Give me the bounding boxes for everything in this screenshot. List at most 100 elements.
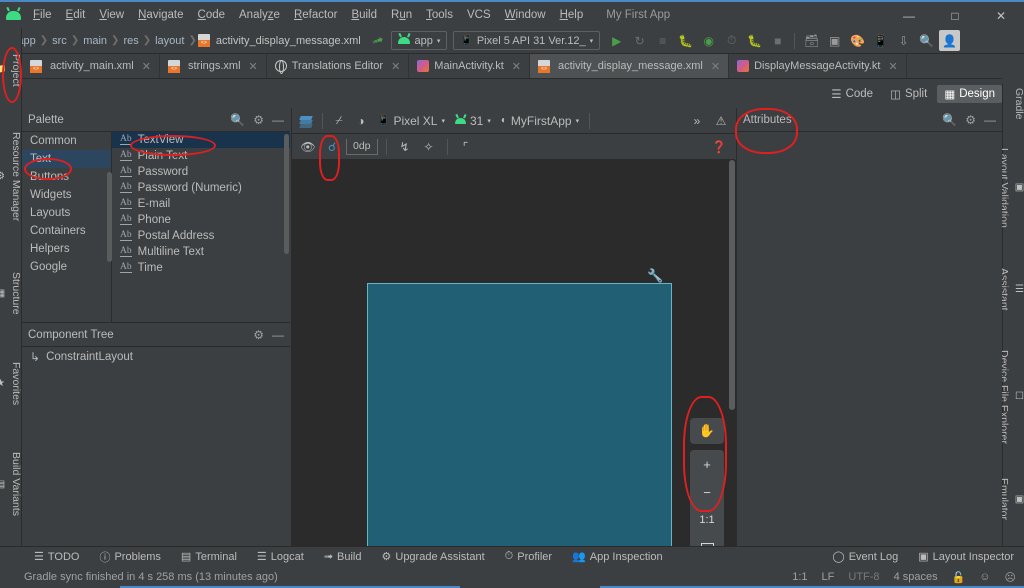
bottom-item-problems[interactable]: ⓘ Problems <box>89 547 170 567</box>
zoom-to-fit-button[interactable] <box>690 534 724 546</box>
debug-icon[interactable]: 🐛 <box>675 30 696 51</box>
sidebar-item-device-file-explorer[interactable]: ☐ Device File Explorer <box>1003 346 1024 448</box>
apply-code-changes-icon[interactable]: ≡ <box>652 30 673 51</box>
run-configuration-selector[interactable]: app ▾ <box>391 31 447 50</box>
menu-refactor[interactable]: Refactor <box>287 6 344 24</box>
canvas-scrollbar[interactable] <box>729 160 735 410</box>
pan-tool-button[interactable]: ✋ <box>690 418 724 444</box>
menu-code[interactable]: Code <box>191 6 233 24</box>
zoom-actual-size-button[interactable]: 1:1 <box>690 506 724 534</box>
palette-item-password[interactable]: Ab Password <box>112 164 290 180</box>
menu-build[interactable]: Build <box>344 6 384 24</box>
profiler-icon[interactable]: ⏱ <box>721 30 742 51</box>
sidebar-item-gradle[interactable]: Gradle <box>1003 84 1024 124</box>
breadcrumb-layout[interactable]: layout <box>152 35 187 47</box>
palette-item-textview[interactable]: Ab TextView <box>112 132 290 148</box>
orientation-icon[interactable]: ⌿ <box>329 111 349 131</box>
device-manager-icon[interactable]: 📱 <box>870 30 891 51</box>
menu-file[interactable]: File <box>26 6 59 24</box>
sync-gradle-icon[interactable]: ⇩ <box>893 30 914 51</box>
zoom-in-button[interactable]: + <box>690 450 724 478</box>
tab-translations-editor[interactable]: Translations Editor ✕ <box>267 54 410 78</box>
search-icon[interactable]: 🔍 <box>916 30 937 51</box>
help-icon[interactable]: ❓ <box>709 137 729 157</box>
bottom-item-profiler[interactable]: ⏱ Profiler <box>495 547 562 567</box>
menu-view[interactable]: View <box>92 6 131 24</box>
palette-category-containers[interactable]: Containers <box>22 222 111 240</box>
tab-activity-main-xml[interactable]: activity_main.xml ✕ <box>22 54 160 78</box>
palette-category-layouts[interactable]: Layouts <box>22 204 111 222</box>
tab-design-view[interactable]: ▦ Design <box>937 85 1002 103</box>
close-icon[interactable]: ✕ <box>391 60 400 73</box>
tab-mainactivity-kt[interactable]: MainActivity.kt ✕ <box>409 54 530 78</box>
close-icon[interactable]: ✕ <box>142 60 151 73</box>
overflow-icon[interactable]: » <box>687 111 707 131</box>
avd-manager-icon[interactable]: 🗃 <box>801 30 822 51</box>
bottom-item-build[interactable]: ➟ Build <box>314 547 372 567</box>
lock-icon[interactable]: 🔓 <box>952 571 966 584</box>
tab-split-view[interactable]: ◫ Split <box>883 85 934 103</box>
palette-item-multiline-text[interactable]: Ab Multiline Text <box>112 244 290 260</box>
bottom-item-app-inspection[interactable]: 👥 App Inspection <box>562 547 672 567</box>
account-icon[interactable]: 👤 <box>939 30 960 51</box>
layers-icon[interactable] <box>296 111 316 131</box>
bottom-item-event-log[interactable]: ◯ Event Log <box>822 547 908 567</box>
default-margin-value[interactable]: 0dp <box>346 139 378 155</box>
bottom-item-logcat[interactable]: ☰ Logcat <box>247 547 314 567</box>
happy-face-icon[interactable]: ☺ <box>979 571 990 583</box>
sidebar-item-favorites[interactable]: Favorites ★ <box>0 358 22 409</box>
palette-category-common[interactable]: Common <box>22 132 111 150</box>
baseline-icon[interactable]: ⌜ <box>456 137 476 157</box>
indent-setting[interactable]: 4 spaces <box>894 571 938 583</box>
palette-category-google[interactable]: Google <box>22 258 111 276</box>
breadcrumb-current-file[interactable]: activity_display_message.xml <box>213 35 364 47</box>
close-icon[interactable]: ✕ <box>512 60 521 73</box>
palette-category-buttons[interactable]: Buttons <box>22 168 111 186</box>
sdk-manager-icon[interactable]: ▣ <box>824 30 845 51</box>
close-icon[interactable]: ✕ <box>711 60 720 73</box>
sidebar-item-assistant[interactable]: ☰ Assistant <box>1003 264 1024 315</box>
tab-code-view[interactable]: ☰ Code <box>824 85 880 103</box>
gear-icon[interactable]: ⚙ <box>965 113 976 127</box>
menu-navigate[interactable]: Navigate <box>131 6 190 24</box>
gear-icon[interactable]: ⚙ <box>253 113 264 127</box>
palette-item-email[interactable]: Ab E-mail <box>112 196 290 212</box>
palette-item-phone[interactable]: Ab Phone <box>112 212 290 228</box>
palette-category-helpers[interactable]: Helpers <box>22 240 111 258</box>
palette-item-time[interactable]: Ab Time <box>112 260 290 276</box>
search-icon[interactable]: 🔍 <box>942 113 957 127</box>
theme-selector[interactable]: ◐ MyFirstApp ▾ <box>497 111 583 131</box>
run-icon[interactable]: ▶ <box>606 30 627 51</box>
layout-inspector-icon[interactable]: 🎨 <box>847 30 868 51</box>
sidebar-item-resource-manager[interactable]: Resource Manager ⚙ <box>0 128 22 225</box>
bottom-item-upgrade-assistant[interactable]: ⚙ Upgrade Assistant <box>372 547 495 567</box>
eye-icon[interactable]: 👁 <box>298 137 318 157</box>
menu-help[interactable]: Help <box>553 6 591 24</box>
menu-window[interactable]: Window <box>498 6 553 24</box>
close-icon[interactable]: ✕ <box>888 60 897 73</box>
palette-item-scrollbar[interactable] <box>284 134 289 254</box>
maximize-button[interactable]: □ <box>932 2 978 30</box>
palette-category-widgets[interactable]: Widgets <box>22 186 111 204</box>
breadcrumb-src[interactable]: src <box>49 35 70 47</box>
stop-icon[interactable]: ■ <box>767 30 788 51</box>
layout-preview[interactable] <box>367 283 672 546</box>
device-preview-selector[interactable]: 📱 Pixel XL ▾ <box>373 111 449 131</box>
bottom-item-todo[interactable]: ☰ TODO <box>24 547 89 567</box>
palette-category-scrollbar[interactable] <box>107 172 112 262</box>
gear-icon[interactable]: ⚙ <box>253 328 264 342</box>
sidebar-item-emulator[interactable]: ▣ Emulator <box>1003 474 1024 524</box>
bottom-item-layout-inspector[interactable]: ▣ Layout Inspector <box>908 547 1024 567</box>
hide-constraints-icon[interactable]: ☌ <box>322 137 342 157</box>
breadcrumb-res[interactable]: res <box>120 35 141 47</box>
device-selector[interactable]: 📱 Pixel 5 API 31 Ver.12_ ▾ <box>453 31 600 50</box>
minimize-button[interactable]: — <box>886 2 932 30</box>
attach-debugger-icon[interactable]: ◉ <box>698 30 719 51</box>
menu-vcs[interactable]: VCS <box>460 6 498 24</box>
layout-canvas[interactable]: 🔧 ✋ + − 1:1 <box>292 160 736 546</box>
tab-displaymessageactivity-kt[interactable]: DisplayMessageActivity.kt ✕ <box>729 54 907 78</box>
api-level-selector[interactable]: 31 ▾ <box>451 111 495 131</box>
search-icon[interactable]: 🔍 <box>230 113 245 127</box>
file-encoding[interactable]: UTF-8 <box>848 571 879 583</box>
menu-edit[interactable]: Edit <box>59 6 93 24</box>
